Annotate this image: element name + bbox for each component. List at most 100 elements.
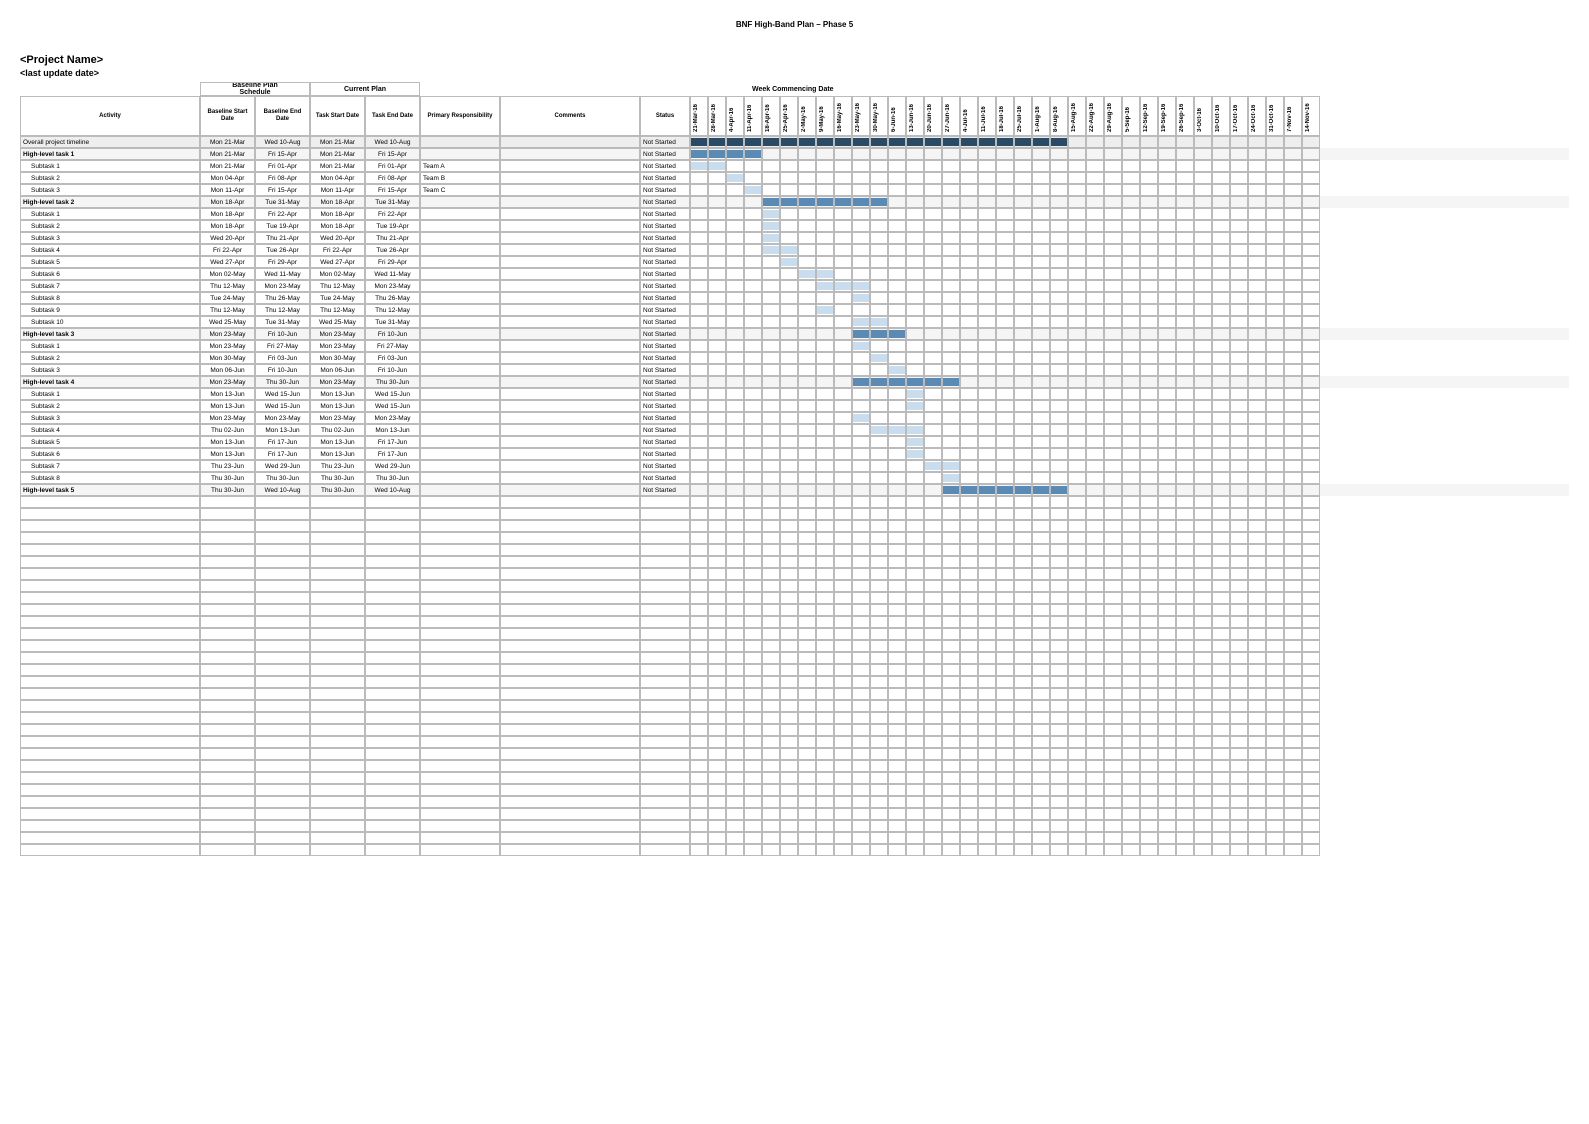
gantt-cell [1086,796,1104,808]
gantt-cell [888,724,906,736]
gantt-cell [816,196,834,208]
gantt-cell [1266,472,1284,484]
gantt-cell [1266,640,1284,652]
cell-bl-start: Mon 06-Jun [200,364,255,376]
gantt-cell [1086,736,1104,748]
gantt-bar [853,414,869,422]
gantt-cell [780,244,798,256]
gantt-bar [871,426,887,434]
gantt-cell [996,220,1014,232]
gantt-cell [1068,784,1086,796]
gantt-cell [1302,832,1320,844]
gantt-cell [888,280,906,292]
gantt-cell [1248,436,1266,448]
gantt-cell [1302,220,1320,232]
gantt-cell [1284,760,1302,772]
gantt-cell [1248,208,1266,220]
gantt-cell [1248,304,1266,316]
gantt-cell [942,700,960,712]
gantt-cell [870,232,888,244]
cell-bl-end: Fri 10-Jun [255,328,310,340]
cell-resp [420,340,500,352]
gantt-cell [744,700,762,712]
gantt-cell [978,604,996,616]
gantt-cell [1104,256,1122,268]
table-row-empty [20,628,1569,640]
cell-bl-start [200,688,255,700]
week-header: 5-Sep-16 [1122,96,1140,136]
gantt-cell [1140,580,1158,592]
gantt-cell [1086,472,1104,484]
cell-cur-start: Mon 21-Mar [310,148,365,160]
gantt-cell [1212,676,1230,688]
cell-activity: Subtask 1 [20,160,200,172]
week-header: 7-Nov-16 [1284,96,1302,136]
gantt-cell [1122,688,1140,700]
gantt-cell [996,520,1014,532]
gantt-cell [1302,640,1320,652]
gantt-bar [907,426,923,434]
gantt-cell [1176,256,1194,268]
gantt-cell [1068,448,1086,460]
gantt-cell [1266,796,1284,808]
cell-bl-end [255,544,310,556]
gantt-cell [1158,748,1176,760]
gantt-cell [1284,592,1302,604]
gantt-cell [1194,604,1212,616]
gantt-cell [762,808,780,820]
gantt-cell [852,364,870,376]
table-row-empty [20,676,1569,688]
cell-activity: Subtask 3 [20,364,200,376]
gantt-cell [744,160,762,172]
gantt-cell [1302,460,1320,472]
gantt-cell [1176,340,1194,352]
gantt-cell [1086,628,1104,640]
gantt-cell [1212,136,1230,148]
gantt-cell [1248,292,1266,304]
gantt-cell [1068,172,1086,184]
gantt-cell [708,808,726,820]
cell-status [640,544,690,556]
cell-cur-end: Fri 15-Apr [365,148,420,160]
gantt-cell [816,280,834,292]
gantt-cell [978,160,996,172]
gantt-cell [1248,760,1266,772]
gantt-cell [744,172,762,184]
gantt-cell [726,328,744,340]
cell-activity: Subtask 3 [20,412,200,424]
gantt-cell [744,472,762,484]
gantt-cell [1032,556,1050,568]
gantt-cell [1194,292,1212,304]
gantt-cell [1014,664,1032,676]
gantt-cell [1194,484,1212,496]
gantt-cell [1050,412,1068,424]
gantt-cell [780,556,798,568]
gantt-cell [1266,748,1284,760]
gantt-cell [888,736,906,748]
gantt-cell [888,616,906,628]
hdr-baseline-group: Baseline Plan Schedule [200,82,310,96]
gantt-cell [996,724,1014,736]
gantt-cell [888,136,906,148]
gantt-cell [1212,184,1230,196]
gantt-cell [834,628,852,640]
gantt-cell [978,724,996,736]
cell-cur-start [310,640,365,652]
gantt-cell [870,748,888,760]
gantt-cell [1086,604,1104,616]
gantt-cell [1086,640,1104,652]
cell-comments [500,304,640,316]
gantt-cell [744,604,762,616]
cell-bl-start: Mon 13-Jun [200,388,255,400]
gantt-cell [1086,280,1104,292]
cell-bl-end [255,664,310,676]
gantt-cell [780,676,798,688]
gantt-cell [978,448,996,460]
gantt-cell [924,604,942,616]
gantt-cell [1302,592,1320,604]
gantt-cell [834,376,852,388]
gantt-cell [1068,196,1086,208]
gantt-cell [888,664,906,676]
cell-comments [500,544,640,556]
cell-cur-end [365,508,420,520]
